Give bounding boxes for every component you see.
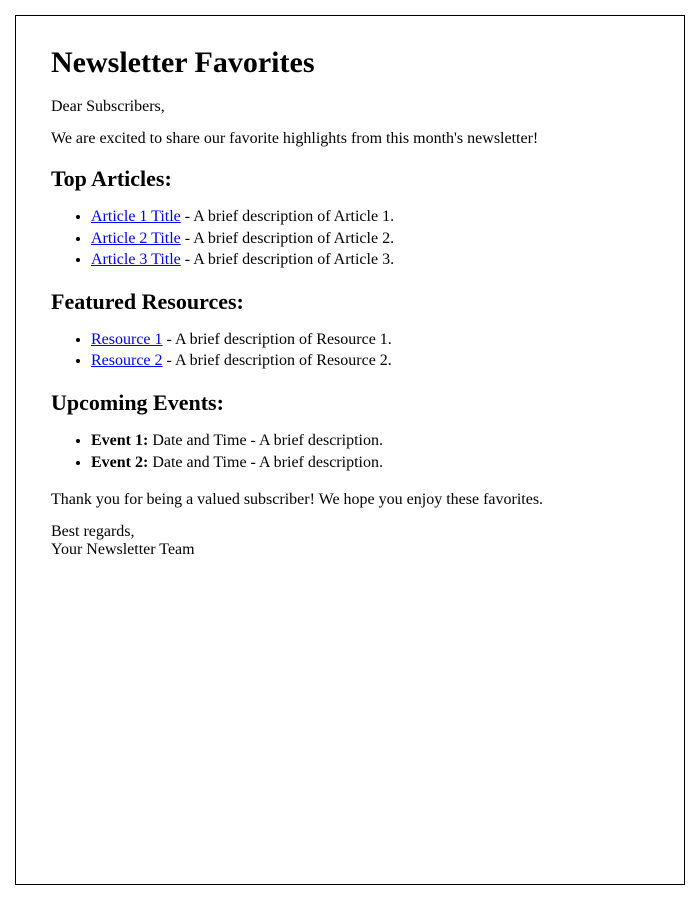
event-label: Event 1: (91, 432, 148, 449)
list-item: Article 1 Title - A brief description of… (91, 206, 649, 228)
featured-resources-heading: Featured Resources: (51, 289, 649, 315)
event-desc: Date and Time - A brief description. (148, 454, 383, 471)
signoff-line2: Your Newsletter Team (51, 541, 195, 558)
upcoming-events-list: Event 1: Date and Time - A brief descrip… (51, 430, 649, 473)
article-link[interactable]: Article 2 Title (91, 230, 181, 247)
resource-desc: - A brief description of Resource 2. (163, 352, 392, 369)
intro-text: We are excited to share our favorite hig… (51, 130, 649, 148)
document-page: Newsletter Favorites Dear Subscribers, W… (15, 15, 685, 885)
article-link[interactable]: Article 1 Title (91, 208, 181, 225)
article-desc: - A brief description of Article 3. (181, 251, 394, 268)
list-item: Resource 1 - A brief description of Reso… (91, 329, 649, 351)
page-title: Newsletter Favorites (51, 46, 649, 80)
top-articles-heading: Top Articles: (51, 166, 649, 192)
event-desc: Date and Time - A brief description. (148, 432, 383, 449)
list-item: Article 2 Title - A brief description of… (91, 228, 649, 250)
list-item: Event 1: Date and Time - A brief descrip… (91, 430, 649, 452)
signoff-line1: Best regards, (51, 523, 135, 540)
article-link[interactable]: Article 3 Title (91, 251, 181, 268)
greeting-text: Dear Subscribers, (51, 98, 649, 116)
event-label: Event 2: (91, 454, 148, 471)
list-item: Event 2: Date and Time - A brief descrip… (91, 452, 649, 474)
signoff: Best regards, Your Newsletter Team (51, 523, 649, 559)
top-articles-list: Article 1 Title - A brief description of… (51, 206, 649, 271)
resource-link[interactable]: Resource 2 (91, 352, 163, 369)
upcoming-events-heading: Upcoming Events: (51, 390, 649, 416)
list-item: Resource 2 - A brief description of Reso… (91, 350, 649, 372)
resource-desc: - A brief description of Resource 1. (163, 331, 392, 348)
article-desc: - A brief description of Article 1. (181, 208, 394, 225)
featured-resources-list: Resource 1 - A brief description of Reso… (51, 329, 649, 372)
article-desc: - A brief description of Article 2. (181, 230, 394, 247)
list-item: Article 3 Title - A brief description of… (91, 249, 649, 271)
resource-link[interactable]: Resource 1 (91, 331, 163, 348)
thanks-text: Thank you for being a valued subscriber!… (51, 491, 649, 509)
